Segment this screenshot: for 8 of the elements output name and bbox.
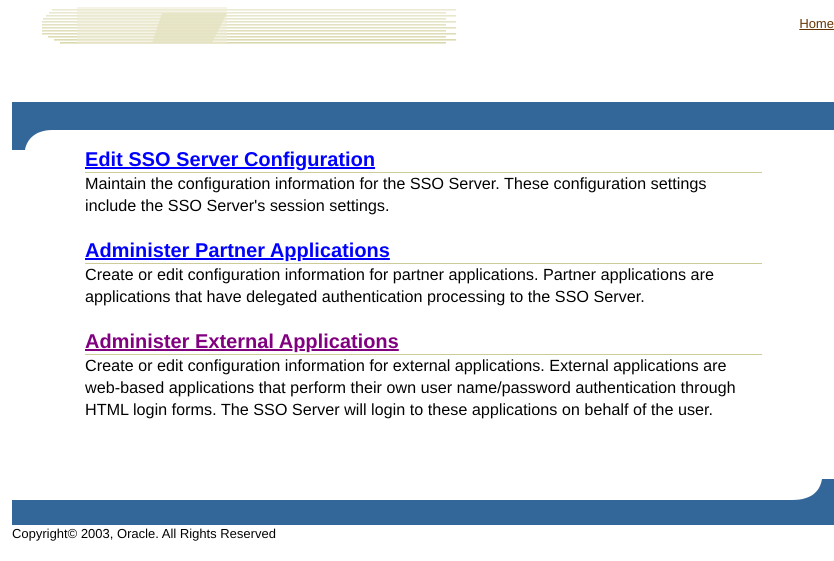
copyright-text: Copyright© 2003, Oracle. All Rights Reserved bbox=[12, 526, 277, 542]
section-description: Create or edit configuration information for external applications. External applications are web-based applications that perform their own user name/password authentication through HTML login forms. The SSO Server will login to these applications on behalf of the user. bbox=[85, 356, 737, 421]
section-link[interactable]: Administer External Applications bbox=[85, 330, 762, 355]
section-description: Create or edit configuration information for partner applications. Partner applications are applications that have delegated authentication processing to the SSO Server. bbox=[85, 265, 715, 308]
home-link[interactable]: Home bbox=[799, 14, 834, 34]
section-description: Maintain the configuration information for the SSO Server. These configuration settings include the SSO Server's session settings. bbox=[85, 174, 708, 217]
section-link[interactable]: Edit SSO Server Configuration bbox=[85, 148, 762, 173]
section-link[interactable]: Administer Partner Applications bbox=[85, 239, 762, 264]
